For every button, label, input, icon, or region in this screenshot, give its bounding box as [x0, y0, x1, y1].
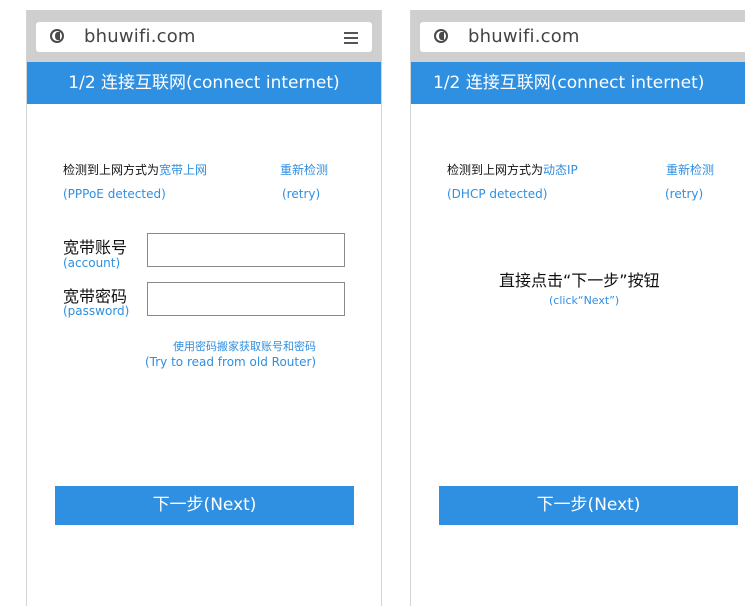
phone-screen-pppoe: bhuwifi.com 1/2 连接互联网(connect internet) … [26, 10, 382, 606]
password-input[interactable] [147, 282, 345, 316]
detected-value: 宽带上网 [159, 163, 208, 177]
url-text: bhuwifi.com [468, 26, 580, 47]
globe-icon [434, 29, 448, 43]
read-router-link-en[interactable]: (Try to read from old Router) [145, 355, 316, 369]
instruction-text-en: (click“Next”) [549, 294, 620, 307]
page-title: 1/2 连接互联网(connect internet) [411, 62, 745, 104]
next-button[interactable]: 下一步(Next) [55, 486, 354, 525]
browser-bar: bhuwifi.com [411, 10, 745, 62]
url-text: bhuwifi.com [84, 26, 196, 47]
detected-value: 动态IP [543, 163, 578, 177]
detected-label: 检测到上网方式为动态IP [447, 161, 578, 178]
instruction-text: 直接点击“下一步”按钮 [499, 271, 660, 290]
globe-icon [50, 29, 64, 43]
url-bar[interactable]: bhuwifi.com [420, 22, 745, 52]
detected-prefix: 检测到上网方式为 [447, 163, 544, 177]
detected-prefix: 检测到上网方式为 [63, 163, 160, 177]
retry-link[interactable]: 重新检测 [280, 161, 328, 178]
read-router-link[interactable]: 使用密码搬家获取账号和密码 [173, 338, 316, 354]
detected-en: (DHCP detected) [447, 187, 548, 201]
menu-icon[interactable] [344, 32, 358, 47]
browser-bar: bhuwifi.com [27, 10, 381, 62]
retry-en[interactable]: (retry) [282, 187, 320, 201]
page-title: 1/2 连接互联网(connect internet) [27, 62, 381, 104]
retry-link[interactable]: 重新检测 [666, 161, 714, 178]
password-label-en: (password) [63, 304, 130, 318]
phone-screen-dhcp: bhuwifi.com 1/2 连接互联网(connect internet) … [410, 10, 745, 606]
account-label: 宽带账号 [63, 238, 128, 257]
detected-en: (PPPoE detected) [63, 187, 166, 201]
retry-en[interactable]: (retry) [665, 187, 703, 201]
account-label-en: (account) [63, 256, 121, 270]
account-input[interactable] [147, 233, 345, 267]
url-bar[interactable]: bhuwifi.com [36, 22, 372, 52]
detected-label: 检测到上网方式为宽带上网 [63, 161, 207, 178]
next-button[interactable]: 下一步(Next) [439, 486, 738, 525]
